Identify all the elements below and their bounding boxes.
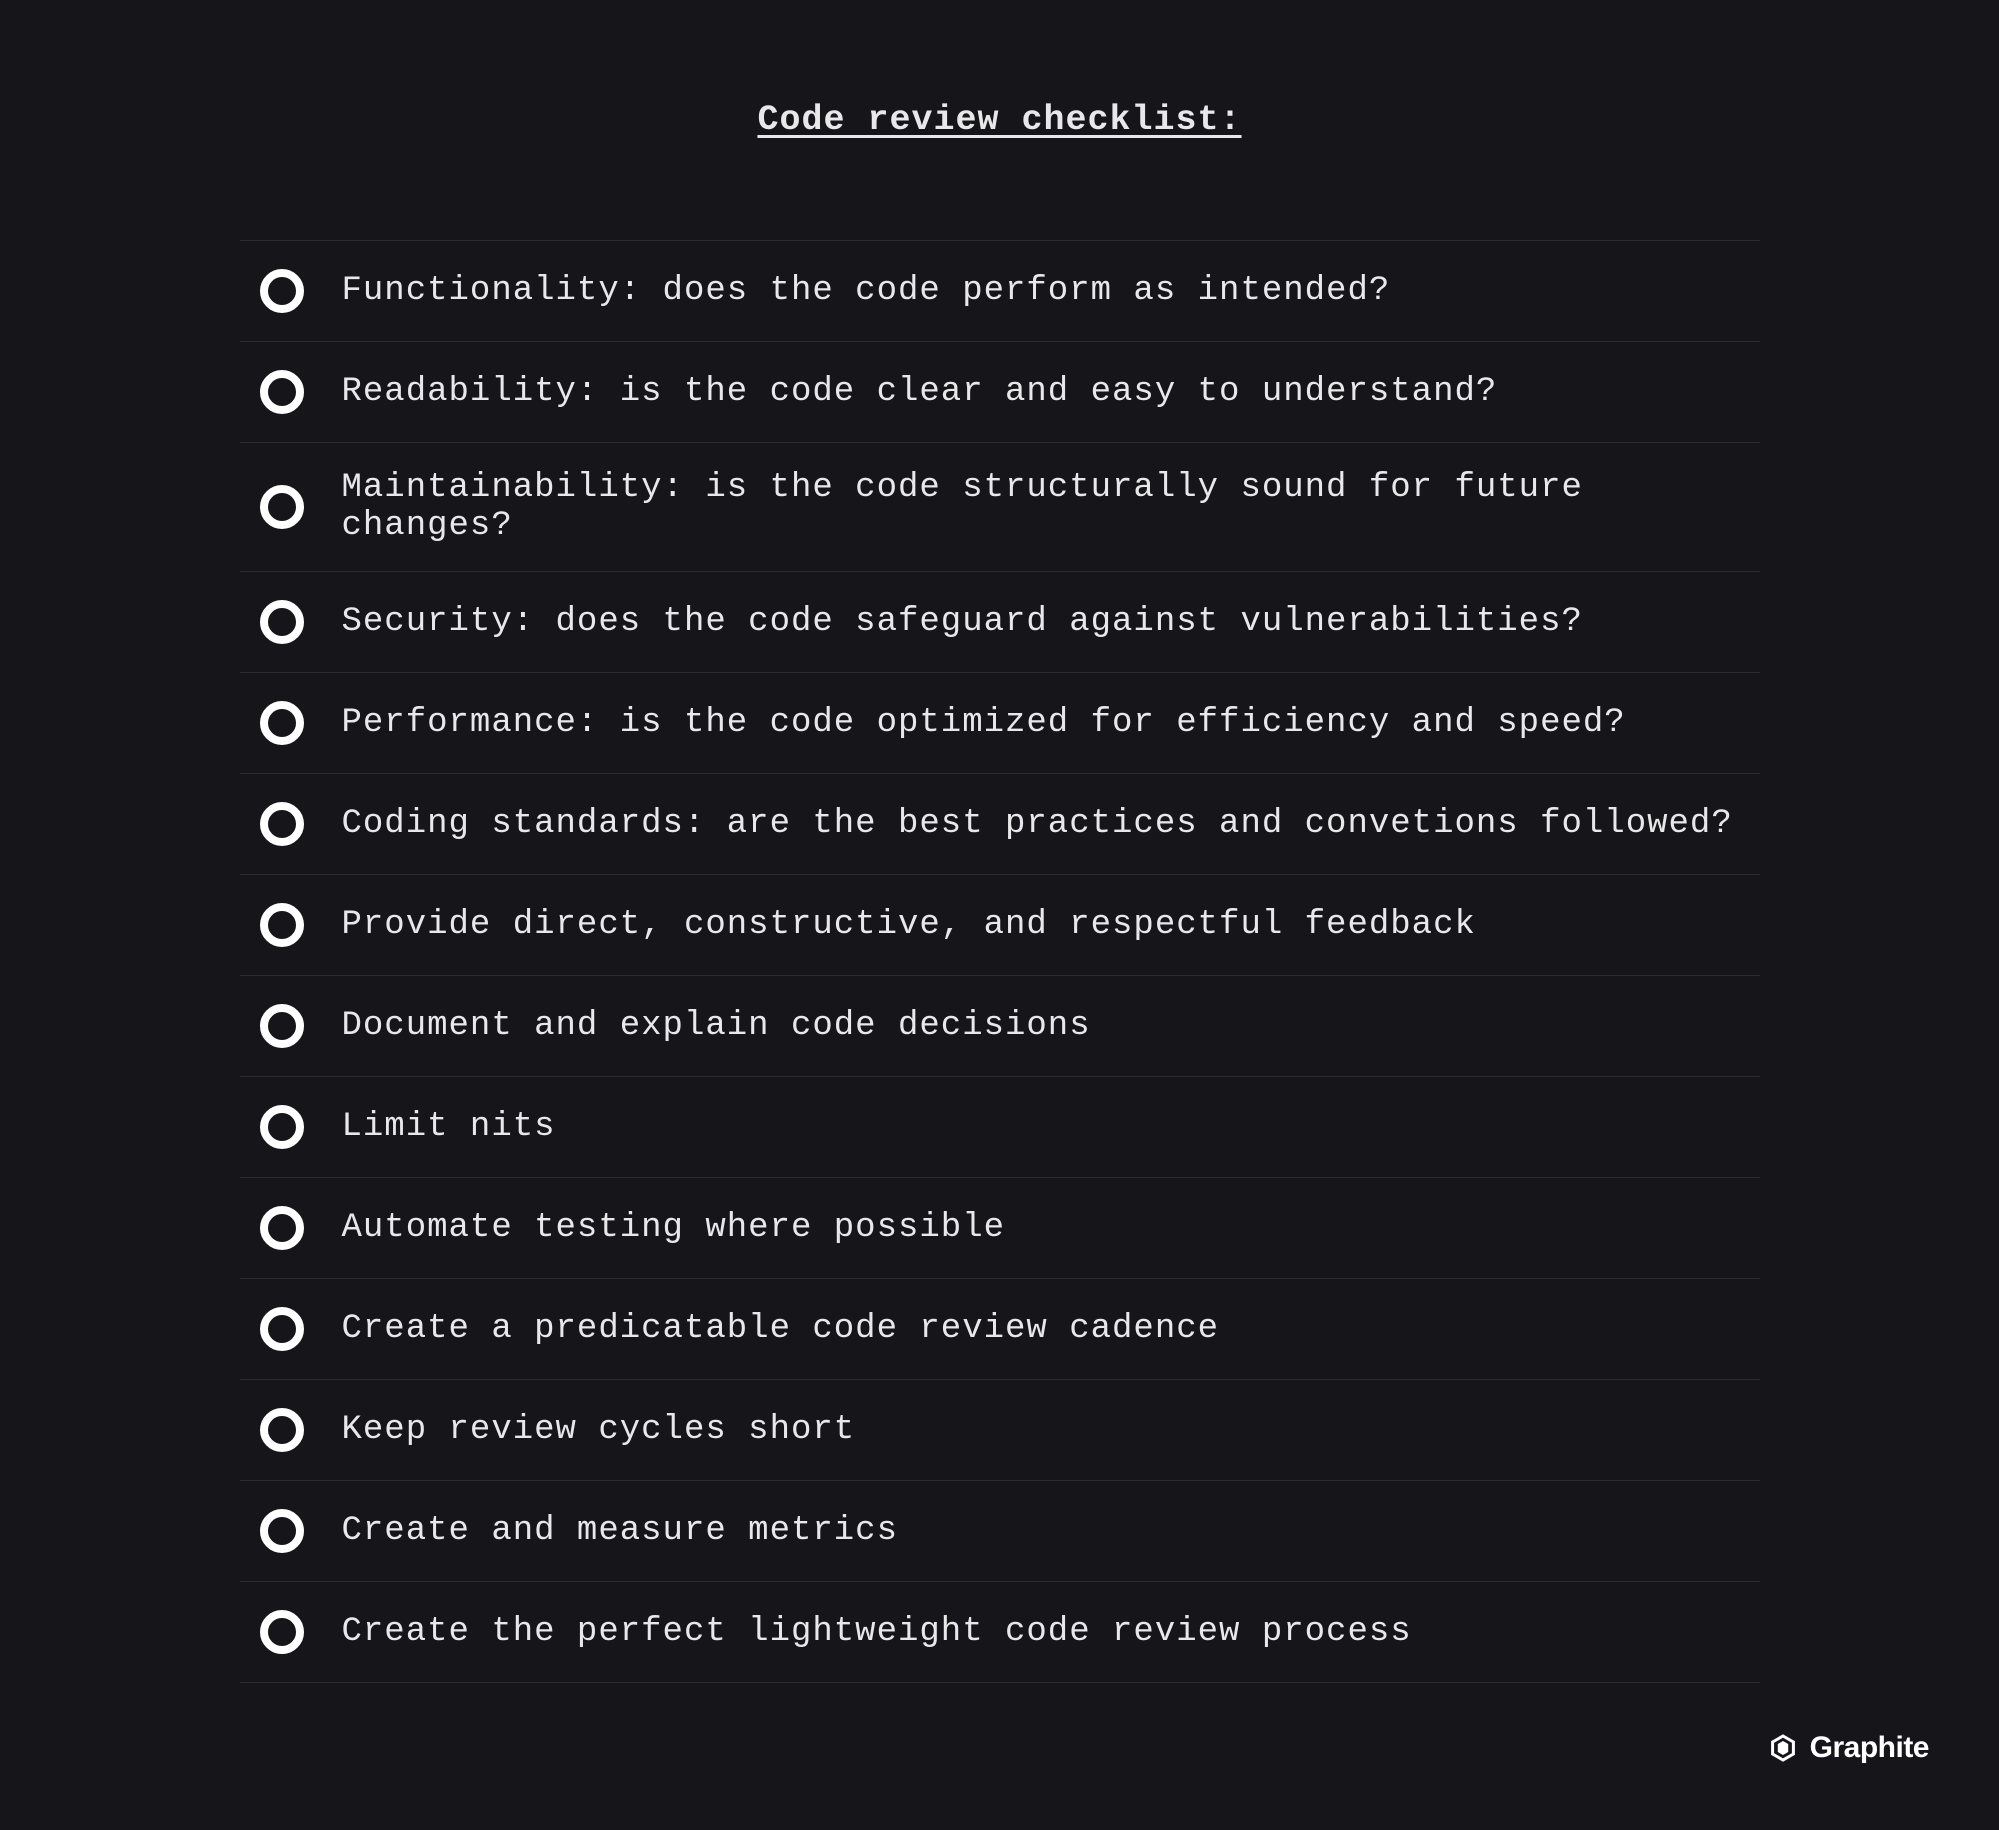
circle-icon [258, 1204, 306, 1252]
list-item: Create the perfect lightweight code revi… [240, 1582, 1760, 1683]
list-item: Functionality: does the code perform as … [240, 241, 1760, 342]
circle-icon [258, 1608, 306, 1656]
list-item-text: Coding standards: are the best practices… [342, 805, 1733, 843]
checklist: Functionality: does the code perform as … [240, 240, 1760, 1683]
list-item: Keep review cycles short [240, 1380, 1760, 1481]
list-item: Document and explain code decisions [240, 976, 1760, 1077]
page-title: Code review checklist: [757, 100, 1241, 140]
circle-icon [258, 1507, 306, 1555]
list-item-text: Create and measure metrics [342, 1512, 899, 1550]
circle-icon [258, 699, 306, 747]
list-item: Create a predicatable code review cadenc… [240, 1279, 1760, 1380]
list-item-text: Create the perfect lightweight code revi… [342, 1613, 1412, 1651]
circle-icon [258, 598, 306, 646]
list-item: Provide direct, constructive, and respec… [240, 875, 1760, 976]
list-item: Security: does the code safeguard agains… [240, 572, 1760, 673]
circle-icon [258, 1002, 306, 1050]
circle-icon [258, 368, 306, 416]
circle-icon [258, 1103, 306, 1151]
list-item-text: Create a predicatable code review cadenc… [342, 1310, 1220, 1348]
list-item: Maintainability: is the code structurall… [240, 443, 1760, 572]
circle-icon [258, 267, 306, 315]
list-item: Automate testing where possible [240, 1178, 1760, 1279]
list-item-text: Document and explain code decisions [342, 1007, 1091, 1045]
list-item-text: Maintainability: is the code structurall… [342, 469, 1742, 545]
list-item-text: Functionality: does the code perform as … [342, 272, 1391, 310]
footer-brand: Graphite [1768, 1731, 1929, 1765]
list-item: Performance: is the code optimized for e… [240, 673, 1760, 774]
list-item: Readability: is the code clear and easy … [240, 342, 1760, 443]
list-item-text: Security: does the code safeguard agains… [342, 603, 1583, 641]
list-item-text: Automate testing where possible [342, 1209, 1006, 1247]
circle-icon [258, 901, 306, 949]
circle-icon [258, 483, 306, 531]
list-item-text: Provide direct, constructive, and respec… [342, 906, 1476, 944]
list-item-text: Keep review cycles short [342, 1411, 856, 1449]
circle-icon [258, 1406, 306, 1454]
footer-brand-text: Graphite [1810, 1731, 1929, 1765]
graphite-logo-icon [1768, 1733, 1798, 1763]
circle-icon [258, 1305, 306, 1353]
list-item: Coding standards: are the best practices… [240, 774, 1760, 875]
list-item-text: Limit nits [342, 1108, 556, 1146]
list-item-text: Performance: is the code optimized for e… [342, 704, 1626, 742]
list-item-text: Readability: is the code clear and easy … [342, 373, 1498, 411]
list-item: Create and measure metrics [240, 1481, 1760, 1582]
list-item: Limit nits [240, 1077, 1760, 1178]
circle-icon [258, 800, 306, 848]
